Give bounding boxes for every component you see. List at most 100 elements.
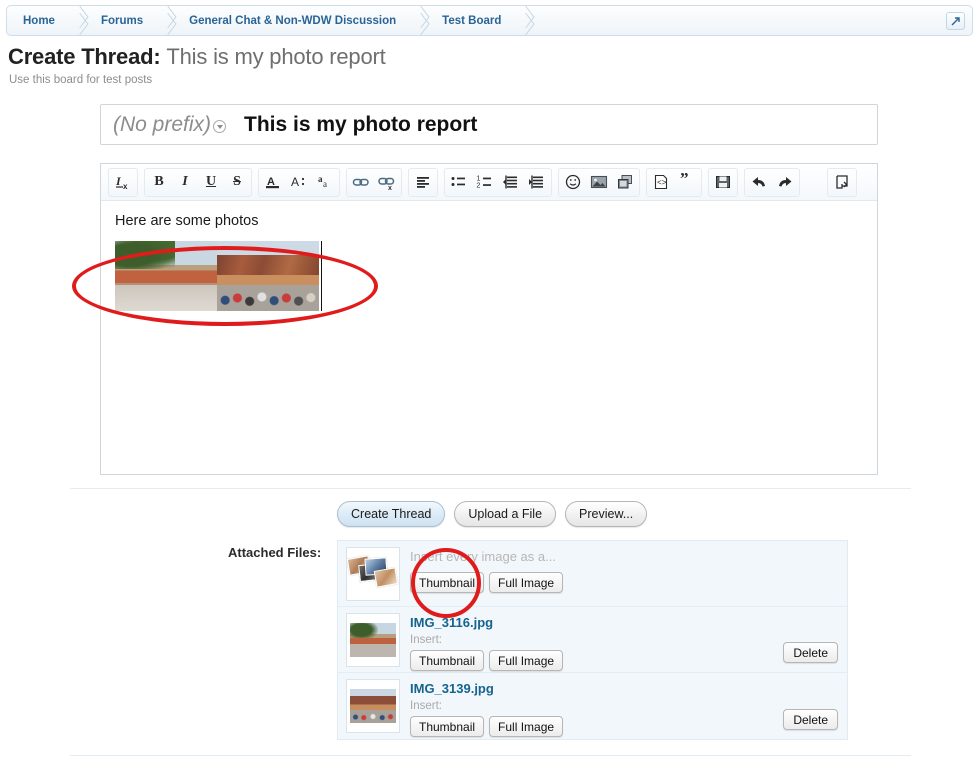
breadcrumb-label: General Chat & Non-WDW Discussion — [189, 14, 397, 27]
toolbar-group-toggle — [827, 167, 857, 197]
svg-text:x: x — [123, 182, 128, 191]
toolbar-group-code-quote: <> ” — [646, 167, 702, 197]
svg-text:”: ” — [680, 173, 689, 188]
bold-icon[interactable]: B — [146, 170, 172, 195]
text-caret — [321, 241, 322, 311]
text-color-icon[interactable]: A — [260, 170, 286, 195]
insert-quote-icon[interactable]: ” — [674, 170, 700, 195]
post-editor: I x B I U S A A a a x 1 2 <> ” Here are … — [100, 163, 878, 475]
toolbar-group-align — [408, 167, 438, 197]
svg-text:A: A — [291, 175, 299, 189]
breadcrumb-item-test-board[interactable]: Test Board — [428, 6, 517, 35]
strikethrough-icon[interactable]: S — [224, 170, 250, 195]
underline-icon[interactable]: U — [198, 170, 224, 195]
thread-title-input[interactable]: This is my photo report — [244, 113, 477, 137]
text-align-icon[interactable] — [410, 170, 436, 195]
font-size-icon[interactable]: A — [286, 170, 312, 195]
attachment-insert-label: Insert: — [410, 700, 442, 712]
divider-above-actions — [70, 488, 911, 489]
editor-text-line: Here are some photos — [115, 213, 259, 229]
attachment-file-name[interactable]: IMG_3139.jpg — [410, 681, 494, 696]
breadcrumb-item-home[interactable]: Home — [7, 6, 71, 35]
prefix-select-label: (No prefix) — [113, 112, 212, 136]
insert-full-image-button[interactable]: Full Image — [489, 716, 564, 737]
breadcrumb-label: Home — [23, 14, 55, 27]
attachment-file-name[interactable]: IMG_3116.jpg — [410, 615, 493, 630]
attachment-meta: IMG_3116.jpg Insert: Thumbnail Full Imag… — [410, 613, 839, 671]
insert-link-icon[interactable] — [348, 170, 374, 195]
svg-text:<>: <> — [657, 179, 667, 188]
insert-code-icon[interactable]: <> — [648, 170, 674, 195]
attachment-insert-all-label: Insert every image as a... — [410, 549, 556, 564]
svg-text:a: a — [323, 179, 327, 189]
svg-text:2: 2 — [477, 183, 481, 190]
preview-button[interactable]: Preview... — [565, 501, 648, 527]
delete-attachment-button[interactable]: Delete — [783, 642, 838, 663]
indent-icon[interactable] — [524, 170, 550, 195]
photo-stack-icon — [346, 547, 400, 601]
editor-toolbar: I x B I U S A A a a x 1 2 <> ” — [101, 164, 877, 201]
breadcrumb-item-general-chat[interactable]: General Chat & Non-WDW Discussion — [175, 6, 412, 35]
toolbar-group-font: A A a a — [258, 167, 340, 197]
italic-icon[interactable]: I — [172, 170, 198, 195]
bulleted-list-icon[interactable] — [446, 170, 472, 195]
toolbar-group-basic-format: B I U S — [144, 167, 252, 197]
toolbar-group-history — [744, 167, 800, 197]
create-thread-button[interactable]: Create Thread — [337, 501, 446, 527]
upload-a-file-button[interactable]: Upload a File — [454, 501, 557, 527]
remove-formatting-icon[interactable]: I x — [110, 170, 136, 195]
toggle-bbcode-icon[interactable] — [829, 170, 855, 195]
attachment-row: IMG_3139.jpg Insert: Thumbnail Full Imag… — [338, 673, 847, 739]
breadcrumb-separator-icon — [517, 6, 533, 35]
insert-thumbnail-button[interactable]: Thumbnail — [410, 716, 485, 737]
svg-text:x: x — [388, 185, 392, 191]
create-thread-page: Home Forums General Chat & Non-WDW Discu… — [0, 0, 979, 768]
numbered-list-icon[interactable]: 1 2 — [472, 170, 498, 195]
attachment-meta: Insert every image as a... Thumbnail Ful… — [410, 547, 839, 593]
thread-title-row: (No prefix) This is my photo report — [100, 104, 878, 145]
attachment-insert-buttons: Thumbnail Full Image — [410, 572, 839, 593]
form-actions: Create Thread Upload a File Preview... — [337, 501, 648, 527]
insert-thumbnail-button[interactable]: Thumbnail — [410, 650, 485, 671]
external-link-icon[interactable] — [946, 12, 965, 30]
outdent-icon[interactable] — [498, 170, 524, 195]
insert-all-full-image-button[interactable]: Full Image — [489, 572, 564, 593]
page-description: Use this board for test posts — [9, 74, 153, 86]
draft-save-icon[interactable] — [710, 170, 736, 195]
inserted-image-2[interactable] — [217, 241, 319, 311]
remove-link-icon[interactable]: x — [374, 170, 400, 195]
chevron-down-icon — [213, 120, 227, 133]
delete-attachment-button[interactable]: Delete — [783, 709, 838, 730]
redo-icon[interactable] — [772, 170, 798, 195]
page-title-prefix: Create Thread: — [8, 44, 161, 69]
attached-files-label: Attached Files: — [228, 545, 322, 560]
toolbar-group-remove-format: I x — [108, 167, 138, 197]
editor-inserted-images — [115, 241, 863, 311]
insert-full-image-button[interactable]: Full Image — [489, 650, 564, 671]
breadcrumb-label: Forums — [100, 14, 144, 27]
insert-image-icon[interactable] — [586, 170, 612, 195]
undo-icon[interactable] — [746, 170, 772, 195]
toolbar-group-link: x — [346, 167, 402, 197]
attachment-thumbnail-image — [350, 689, 396, 723]
attached-files-panel: Insert every image as a... Thumbnail Ful… — [337, 540, 848, 740]
prefix-select[interactable]: (No prefix) — [101, 113, 234, 137]
insert-all-thumbnail-button[interactable]: Thumbnail — [410, 572, 485, 593]
attachment-row-insert-all: Insert every image as a... Thumbnail Ful… — [338, 541, 847, 607]
breadcrumb-separator-icon — [412, 6, 428, 35]
attachment-thumbnail[interactable] — [346, 679, 400, 733]
breadcrumb-separator-icon — [159, 6, 175, 35]
breadcrumb-item-forums[interactable]: Forums — [87, 6, 159, 35]
inserted-image-1[interactable] — [115, 241, 217, 311]
toolbar-group-lists: 1 2 — [444, 167, 552, 197]
attachment-insert-label: Insert: — [410, 634, 442, 646]
insert-media-icon[interactable] — [612, 170, 638, 195]
smilie-icon[interactable] — [560, 170, 586, 195]
divider-below-attachments — [70, 755, 911, 756]
svg-text:I: I — [115, 174, 122, 188]
toolbar-group-draft — [708, 167, 738, 197]
editor-content-area[interactable]: Here are some photos — [101, 201, 877, 475]
font-family-icon[interactable]: a a — [312, 170, 338, 195]
attachment-thumbnail[interactable] — [346, 613, 400, 667]
attachment-insert-buttons: Thumbnail Full Image — [410, 716, 839, 737]
